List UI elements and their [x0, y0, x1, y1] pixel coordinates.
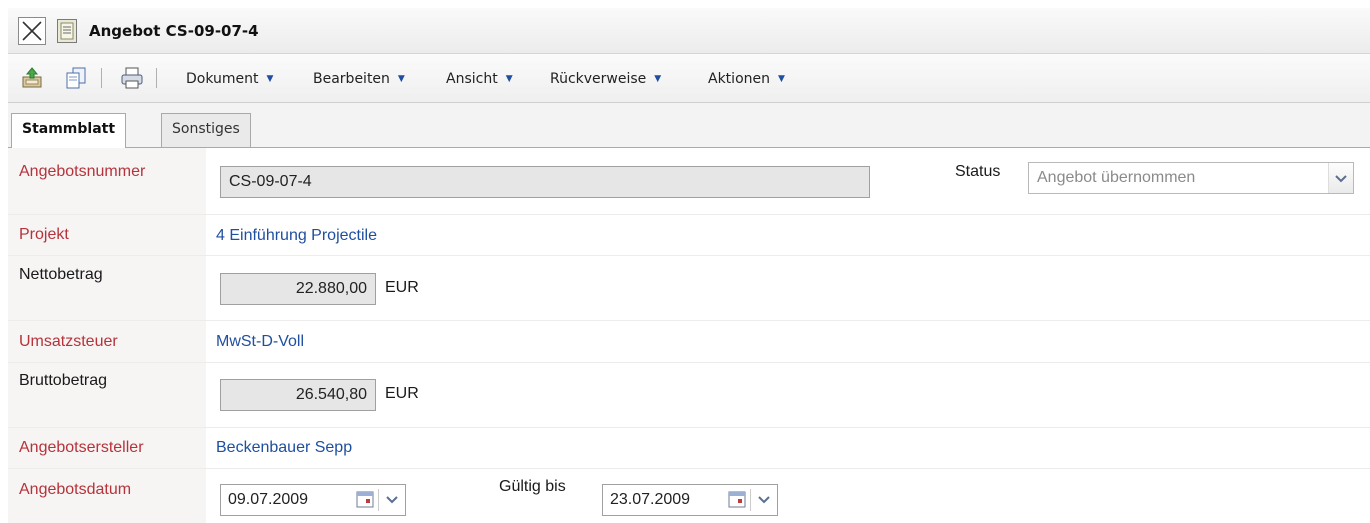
- angebotsdatum-field[interactable]: 09.07.2009: [220, 484, 406, 516]
- print-icon[interactable]: [120, 66, 144, 90]
- row-divider: [8, 362, 1370, 363]
- status-select[interactable]: Angebot übernommen: [1028, 162, 1354, 194]
- label-status: Status: [955, 163, 1001, 180]
- dropdown-arrow-icon: ▼: [778, 74, 785, 84]
- tab-stammblatt[interactable]: Stammblatt: [11, 113, 127, 148]
- umsatzsteuer-link[interactable]: MwSt-D-Voll: [216, 333, 304, 351]
- dropdown-arrow-icon: ▼: [266, 74, 274, 84]
- dropdown-arrow-icon: ▼: [654, 74, 662, 84]
- save-icon[interactable]: [20, 66, 44, 90]
- dropdown-arrow-icon: ▼: [505, 74, 513, 84]
- dropdown-arrow-icon: ▼: [397, 74, 405, 84]
- toolbar: Dokument ▼ Bearbeiten ▼ Ansicht ▼ Rückverwe…: [8, 54, 1370, 103]
- angebotsnummer-field[interactable]: CS-09-07-4: [220, 166, 870, 198]
- menu-bearbeiten[interactable]: Bearbeiten ▼: [313, 71, 405, 87]
- field-divider: [750, 489, 751, 511]
- status-value: Angebot übernommen: [1037, 169, 1196, 186]
- chevron-down-icon[interactable]: [385, 494, 399, 506]
- menu-ansicht[interactable]: Ansicht ▼: [446, 71, 513, 87]
- menu-rueckverweise[interactable]: Rückverweise ▼: [550, 71, 661, 87]
- label-projekt: Projekt: [19, 226, 69, 243]
- row-divider: [8, 320, 1370, 321]
- menu-label: Ansicht: [446, 71, 498, 87]
- label-gueltig-bis: Gültig bis: [499, 478, 566, 495]
- gueltig-bis-value: 23.07.2009: [610, 491, 691, 508]
- menu-label: Bearbeiten: [313, 71, 390, 87]
- tab-bar: Stammblatt Sonstiges: [8, 103, 1370, 148]
- angebotsersteller-link[interactable]: Beckenbauer Sepp: [216, 439, 352, 457]
- field-divider: [378, 489, 379, 511]
- menu-label: Rückverweise: [550, 71, 647, 87]
- bruttobetrag-field[interactable]: 26.540,80: [220, 379, 376, 411]
- title-bar: Angebot CS-09-07-4: [8, 8, 1370, 54]
- close-button[interactable]: [18, 17, 46, 45]
- label-angebotsersteller: Angebotsersteller: [19, 439, 144, 456]
- close-icon: [22, 21, 42, 41]
- window-title: Angebot CS-09-07-4: [89, 22, 259, 40]
- status-dropdown-button[interactable]: [1328, 163, 1353, 193]
- form-stammblatt: Angebotsnummer CS-09-07-4 Status Angebot…: [8, 148, 1370, 523]
- row-divider: [8, 255, 1370, 256]
- row-divider: [8, 468, 1370, 469]
- document-icon: [57, 19, 77, 43]
- row-divider: [8, 427, 1370, 428]
- toolbar-separator: [101, 68, 102, 88]
- calendar-icon[interactable]: [356, 490, 374, 508]
- projekt-link[interactable]: 4 Einführung Projectile: [216, 227, 377, 245]
- label-angebotsnummer: Angebotsnummer: [19, 163, 146, 180]
- chevron-down-icon[interactable]: [757, 494, 771, 506]
- nettobetrag-unit: EUR: [385, 279, 419, 296]
- calendar-icon[interactable]: [728, 490, 746, 508]
- row-divider: [8, 214, 1370, 215]
- menu-aktionen[interactable]: Aktionen ▼: [708, 71, 785, 87]
- gueltig-bis-field[interactable]: 23.07.2009: [602, 484, 778, 516]
- bruttobetrag-unit: EUR: [385, 385, 419, 402]
- nettobetrag-field[interactable]: 22.880,00: [220, 273, 376, 305]
- menu-label: Dokument: [186, 71, 259, 87]
- tab-sonstiges[interactable]: Sonstiges: [161, 113, 251, 147]
- menu-dokument[interactable]: Dokument ▼: [186, 71, 273, 87]
- label-umsatzsteuer: Umsatzsteuer: [19, 333, 118, 350]
- label-bruttobetrag: Bruttobetrag: [19, 372, 108, 389]
- chevron-down-icon: [1335, 175, 1347, 183]
- toolbar-separator: [156, 68, 157, 88]
- label-angebotsdatum: Angebotsdatum: [19, 481, 132, 498]
- angebotsdatum-value: 09.07.2009: [228, 491, 309, 508]
- menu-label: Aktionen: [708, 71, 770, 87]
- copy-icon[interactable]: [64, 66, 88, 90]
- label-nettobetrag: Nettobetrag: [19, 266, 103, 283]
